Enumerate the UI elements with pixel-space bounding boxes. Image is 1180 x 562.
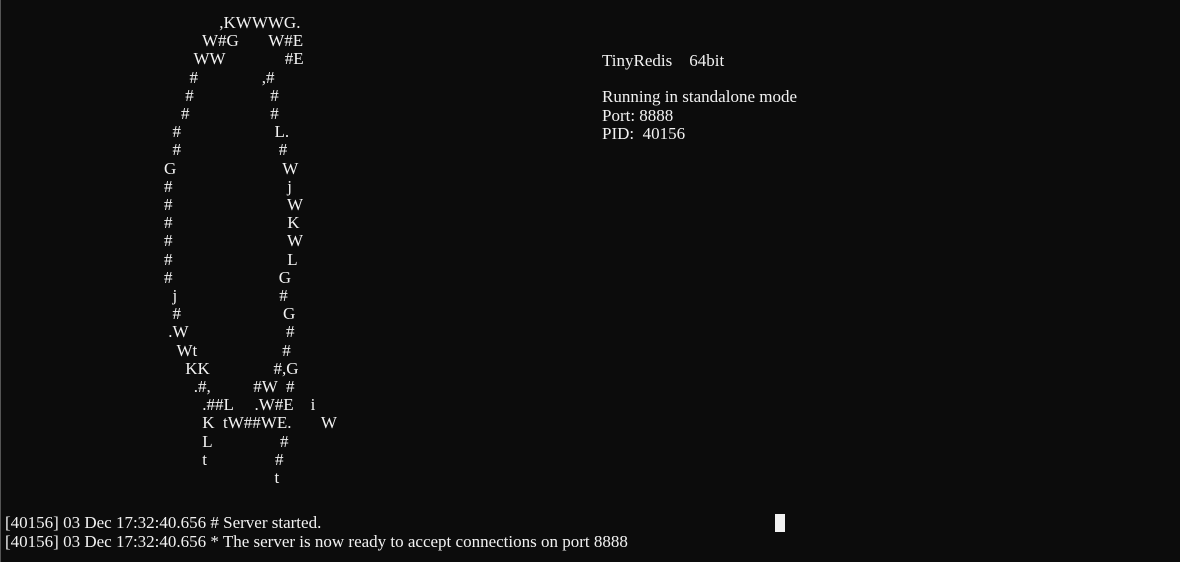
server-title: TinyRedis 64bit bbox=[602, 51, 725, 70]
server-pid: PID: 40156 bbox=[602, 123, 686, 143]
window-border bbox=[0, 0, 1, 562]
ascii-art-logo: ,KWWWG. W#G W#E WW #E # ,# # # # # # L. … bbox=[164, 13, 337, 488]
server-port: Port: 8888 bbox=[602, 105, 674, 125]
log-line: [40156] 03 Dec 17:32:40.656 # Server sta… bbox=[5, 513, 322, 532]
text-cursor bbox=[775, 514, 785, 532]
server-info: TinyRedis 64bit Running in standalone mod… bbox=[602, 51, 798, 143]
server-mode: Running in standalone mode bbox=[602, 87, 798, 107]
log-line: [40156] 03 Dec 17:32:40.656 * The server… bbox=[5, 532, 628, 551]
terminal-window[interactable]: ,KWWWG. W#G W#E WW #E # ,# # # # # # L. … bbox=[0, 0, 1180, 562]
